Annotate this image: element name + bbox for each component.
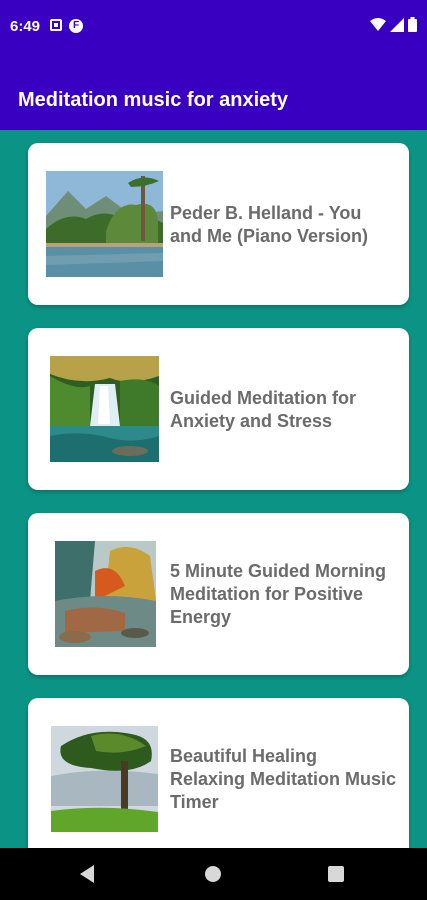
video-list[interactable]: Peder B. Helland - You and Me (Piano Ver… [0, 130, 427, 848]
mountain-lake-thumbnail [46, 171, 163, 277]
navigation-bar [0, 848, 427, 900]
autumn-river-thumbnail [55, 541, 156, 647]
list-item-1[interactable]: Peder B. Helland - You and Me (Piano Ver… [28, 143, 409, 305]
signal-icon [390, 17, 404, 32]
f-circle-icon: F [69, 19, 83, 33]
home-icon[interactable] [205, 866, 221, 882]
recents-icon[interactable] [328, 866, 344, 882]
back-icon[interactable] [80, 865, 94, 883]
status-right-icons [370, 17, 417, 32]
wifi-icon [370, 17, 386, 31]
item-title: Peder B. Helland - You and Me (Piano Ver… [170, 203, 369, 246]
item-title: Guided Meditation for Anxiety and Stress [170, 388, 356, 431]
app-bar: Meditation music for anxiety [0, 56, 427, 130]
notification-square-icon [50, 19, 62, 31]
item-title: 5 Minute Guided Morning Meditation for P… [170, 561, 386, 627]
list-item-3[interactable]: 5 Minute Guided Morning Meditation for P… [28, 513, 409, 675]
item-title: Beautiful Healing Relaxing Meditation Mu… [170, 746, 397, 812]
status-time: 6:49 [10, 18, 41, 35]
status-bar: 6:49 F [0, 0, 427, 56]
list-item-2[interactable]: Guided Meditation for Anxiety and Stress [28, 328, 409, 490]
status-left-icons: F [50, 19, 83, 33]
list-item-4[interactable]: Beautiful Healing Relaxing Meditation Mu… [28, 698, 409, 848]
tree-meadow-thumbnail [51, 726, 158, 832]
battery-icon [408, 17, 417, 32]
waterfall-thumbnail [50, 356, 159, 462]
app-title: Meditation music for anxiety [18, 89, 289, 111]
